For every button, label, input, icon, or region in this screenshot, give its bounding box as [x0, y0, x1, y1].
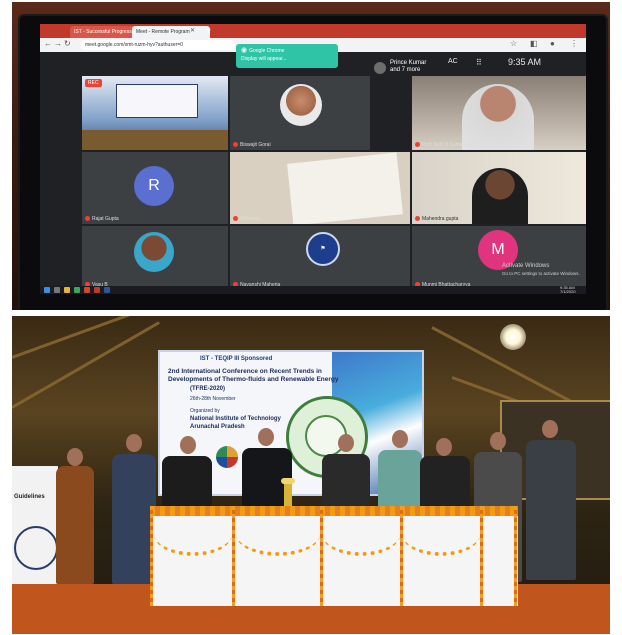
tile-participant: Biswajit Gorai	[230, 76, 370, 150]
ceiling-light	[500, 324, 526, 350]
tile-participant: ⚑ Navanshi Maheria	[230, 226, 410, 290]
person-head	[180, 436, 196, 454]
person	[420, 456, 470, 512]
participant-name: Prof. Asif Ul Sahariduche	[415, 142, 478, 148]
windows-taskbar: 9:35 AM 7/1/2020	[40, 286, 586, 294]
folder-icon	[64, 287, 70, 293]
notification-title: Google Chrome	[249, 48, 285, 54]
person	[378, 450, 422, 510]
mic-muted-icon	[233, 142, 238, 148]
venue-stage	[82, 130, 228, 150]
new-tab-icon: +	[206, 25, 212, 35]
draped-table	[150, 506, 518, 606]
avatar: R	[134, 166, 174, 206]
windows-activation-watermark: Activate Windows Go to PC settings to ac…	[502, 263, 580, 276]
participant-name: Biswajit Gorai	[233, 142, 271, 148]
chrome-notification: ◉ Google Chrome Display will appear...	[236, 44, 338, 68]
person	[56, 466, 94, 584]
meeting-clock: 9:35 AM	[508, 57, 542, 67]
reload-icon: ↻	[64, 39, 71, 48]
institute-seal	[14, 526, 58, 570]
roof-beam	[12, 321, 160, 409]
participant-video	[462, 84, 534, 150]
url-field: meet.google.com/xmt-ruzm-hyv?authuser=0	[80, 40, 235, 50]
powerpoint-icon	[84, 287, 90, 293]
person-head	[436, 438, 452, 456]
avatar	[134, 232, 174, 272]
browser-tab-strip: IST - Successful Progress Meet - Remote …	[40, 24, 586, 38]
marigold-string	[514, 506, 517, 606]
guidelines-standee: Guidelines	[12, 466, 58, 586]
monitor: IST - Successful Progress Meet - Remote …	[20, 16, 606, 310]
photo-conference-stage: Guidelines IST - TEQIP III Sponsored 2nd…	[12, 316, 610, 634]
venue-banner	[116, 84, 198, 118]
speaker-avatar	[374, 62, 386, 74]
extension-icon: ◧	[530, 39, 538, 48]
club-crest-avatar: ⚑	[306, 232, 340, 266]
tile-participant: R Rajat Gupta	[82, 152, 228, 224]
mic-muted-icon	[85, 216, 90, 222]
participant-name: Rajat Gupta	[85, 216, 119, 222]
person-head	[67, 448, 83, 466]
chrome-icon	[74, 287, 80, 293]
layout-toggle-icon: AC	[448, 58, 458, 65]
recording-badge: REC	[85, 79, 102, 87]
star-icon: ☆	[510, 39, 518, 48]
menu-icon: ⋮	[570, 39, 578, 48]
tile-participant: Prof. Asif Ul Sahariduche	[412, 76, 586, 150]
participant-video	[472, 168, 528, 224]
person	[526, 440, 576, 580]
marigold-string	[480, 506, 483, 606]
person-head	[490, 432, 506, 450]
photo-video-conference: IST - Successful Progress Meet - Remote …	[12, 2, 610, 310]
close-icon: ✕	[190, 28, 196, 34]
forward-icon: →	[54, 39, 62, 48]
document-video	[287, 152, 403, 224]
profile-icon: ●	[550, 39, 555, 48]
ceremonial-lamp	[284, 484, 292, 508]
monitor-screen: IST - Successful Progress Meet - Remote …	[40, 24, 586, 294]
tile-participant: Mahendra gupta	[412, 152, 586, 224]
browser-tab-1: IST - Successful Progress	[70, 26, 138, 38]
search-icon	[54, 287, 60, 293]
person-head	[126, 434, 142, 452]
avatar	[280, 84, 322, 126]
browser-tab-2: Meet - Remote Program	[132, 26, 210, 38]
marigold-swag	[402, 512, 480, 556]
person-head	[338, 434, 354, 452]
grid-view-icon: ⠿	[476, 58, 482, 67]
person-head	[542, 420, 558, 438]
word-icon	[104, 287, 110, 293]
marigold-swag	[154, 512, 232, 556]
marigold-string	[150, 506, 153, 606]
tile-participant: M Munmi Bhattacharyya	[412, 226, 586, 290]
mic-muted-icon	[415, 216, 420, 222]
tile-venue-feed: REC	[82, 76, 228, 150]
marigold-swag	[322, 512, 400, 556]
person-head	[258, 428, 274, 446]
tile-participant: Srimanta	[230, 152, 410, 224]
mic-muted-icon	[415, 142, 420, 148]
chrome-icon: ◉	[241, 47, 248, 54]
nit-logo	[216, 446, 238, 468]
notification-body: Display will appear...	[241, 56, 287, 62]
marigold-string	[232, 506, 235, 606]
start-icon	[44, 287, 50, 293]
mic-muted-icon	[233, 216, 238, 222]
back-icon: ←	[44, 39, 52, 48]
participants-badge: Prince Kumar and 7 more	[390, 60, 427, 73]
participant-name: Mahendra gupta	[415, 216, 458, 222]
pdf-icon	[94, 287, 100, 293]
person-head	[392, 430, 408, 448]
taskbar-clock: 9:35 AM 7/1/2020	[560, 285, 576, 294]
person	[322, 454, 370, 510]
marigold-swag	[236, 512, 320, 556]
participant-name: Srimanta	[233, 216, 260, 222]
tile-participant: Vasu B	[82, 226, 228, 290]
